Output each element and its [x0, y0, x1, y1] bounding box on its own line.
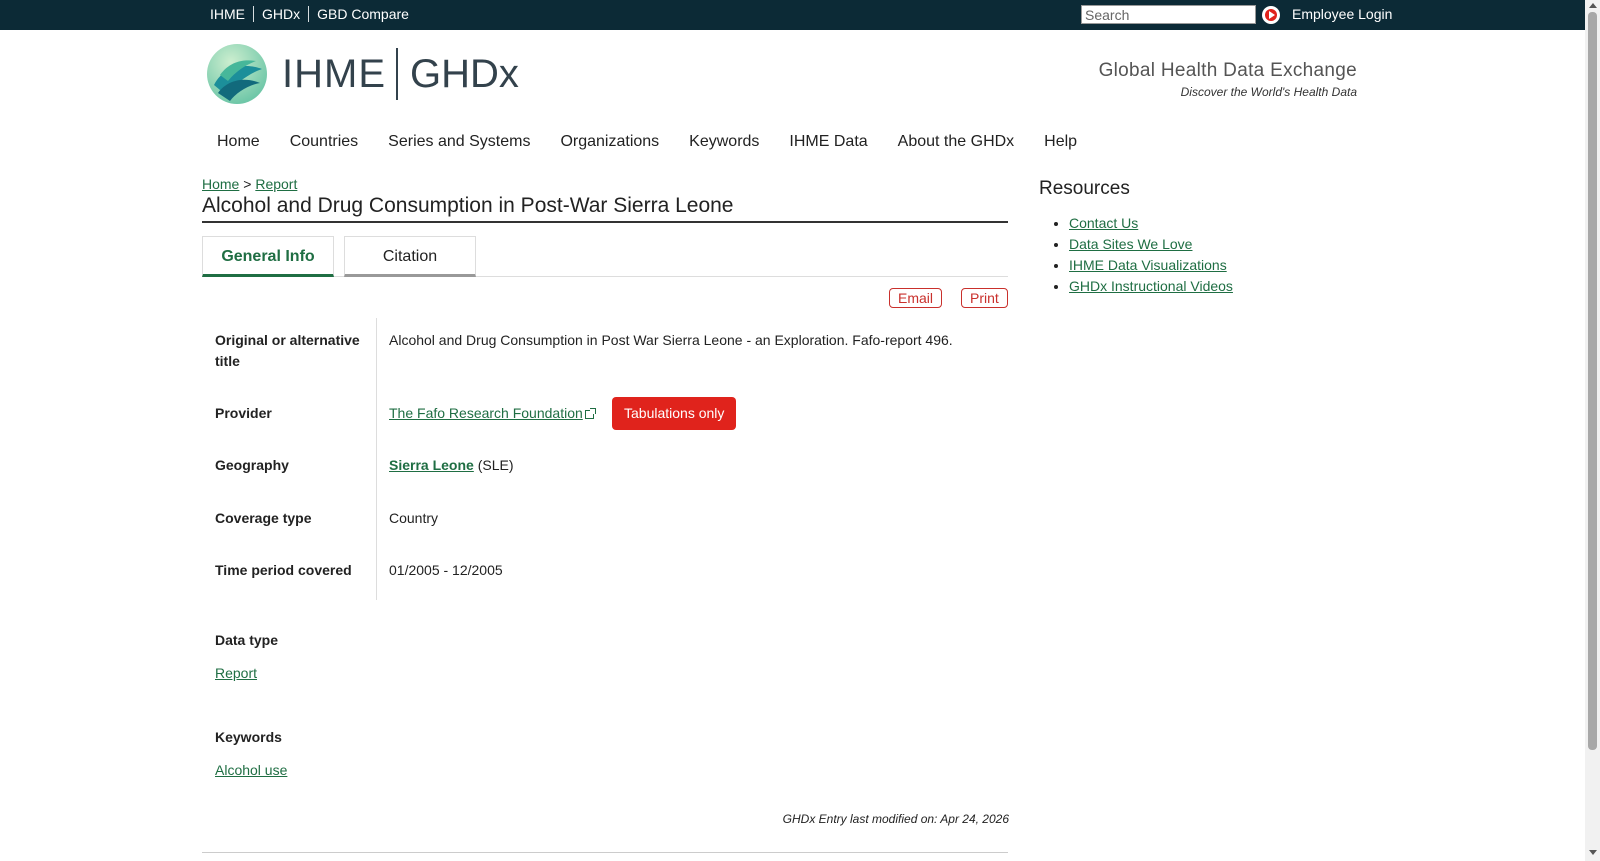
resource-instructional-videos-link[interactable]: GHDx Instructional Videos: [1069, 278, 1233, 294]
top-link-gbd-compare[interactable]: GBD Compare: [308, 6, 417, 22]
resource-item: Contact Us: [1069, 213, 1233, 234]
employee-login-link[interactable]: Employee Login: [1292, 6, 1392, 22]
keyword-alcohol-use-link[interactable]: Alcohol use: [215, 762, 287, 778]
resource-item: GHDx Instructional Videos: [1069, 276, 1233, 297]
top-utility-bar: IHME GHDx GBD Compare Employee Login: [0, 0, 1585, 30]
nav-series-and-systems[interactable]: Series and Systems: [373, 133, 545, 151]
breadcrumb-home[interactable]: Home: [202, 176, 239, 192]
nav-help[interactable]: Help: [1029, 133, 1092, 151]
field-label-provider: Provider: [215, 405, 272, 421]
field-value-original-title: Alcohol and Drug Consumption in Post War…: [389, 332, 953, 348]
top-link-ihme[interactable]: IHME: [202, 6, 253, 22]
field-value-provider: The Fafo Research Foundation: [389, 403, 596, 424]
field-label-geography: Geography: [215, 457, 289, 473]
tabulations-only-badge[interactable]: Tabulations only: [612, 397, 737, 430]
nav-countries[interactable]: Countries: [275, 133, 373, 151]
logo-ihme-text[interactable]: IHME: [282, 52, 386, 97]
search-submit-icon[interactable]: [1262, 6, 1280, 24]
breadcrumb-report[interactable]: Report: [255, 176, 297, 192]
logo-divider: [396, 48, 398, 100]
logo-ghdx-text[interactable]: GHDx: [410, 52, 519, 97]
last-modified-note: GHDx Entry last modified on: Apr 24, 202…: [782, 812, 1009, 826]
search-input[interactable]: [1081, 5, 1256, 24]
nav-home[interactable]: Home: [202, 133, 275, 151]
email-button[interactable]: Email: [889, 288, 943, 308]
tab-citation[interactable]: Citation: [344, 236, 476, 277]
nav-keywords[interactable]: Keywords: [674, 133, 774, 151]
bottom-divider: [202, 852, 1008, 853]
top-links: IHME GHDx GBD Compare: [202, 6, 417, 22]
field-value-coverage-type: Country: [389, 510, 439, 526]
vertical-scrollbar[interactable]: [1585, 0, 1600, 861]
field-label-keywords: Keywords: [215, 729, 282, 745]
breadcrumb-separator: >: [243, 176, 252, 192]
ihme-logo-icon[interactable]: [206, 43, 268, 105]
scroll-up-arrow-icon[interactable]: [1589, 3, 1597, 8]
field-label-time-period: Time period covered: [215, 562, 352, 578]
nav-organizations[interactable]: Organizations: [545, 133, 674, 151]
data-type-report-link[interactable]: Report: [215, 665, 257, 681]
nav-about-the-ghdx[interactable]: About the GHDx: [883, 133, 1030, 151]
field-value-data-type: Report: [215, 663, 257, 684]
main-nav: Home Countries Series and Systems Organi…: [202, 133, 1092, 151]
breadcrumb: Home > Report: [202, 176, 297, 192]
scroll-down-arrow-icon[interactable]: [1589, 850, 1597, 855]
fields-divider: [376, 318, 377, 600]
resource-item: Data Sites We Love: [1069, 234, 1233, 255]
field-label-original-title: Original or alternative title: [215, 332, 360, 369]
scrollbar-thumb[interactable]: [1588, 12, 1597, 750]
field-label-data-type: Data type: [215, 632, 279, 648]
resources-list: Contact Us Data Sites We Love IHME Data …: [1039, 213, 1233, 297]
field-value-time-period: 01/2005 - 12/2005: [389, 562, 503, 578]
resources-title: Resources: [1039, 178, 1130, 199]
provider-link[interactable]: The Fafo Research Foundation: [389, 405, 583, 421]
tab-general-info[interactable]: General Info: [202, 236, 334, 277]
field-value-keywords: Alcohol use: [215, 760, 287, 781]
resource-ihme-visualizations-link[interactable]: IHME Data Visualizations: [1069, 257, 1227, 273]
field-label-coverage-type: Coverage type: [215, 510, 312, 526]
page-title: Alcohol and Drug Consumption in Post-War…: [202, 194, 1008, 223]
geography-link[interactable]: Sierra Leone: [389, 457, 474, 473]
nav-ihme-data[interactable]: IHME Data: [774, 133, 882, 151]
top-link-ghdx[interactable]: GHDx: [253, 6, 308, 22]
resource-contact-us-link[interactable]: Contact Us: [1069, 215, 1138, 231]
resource-item: IHME Data Visualizations: [1069, 255, 1233, 276]
resource-data-sites-link[interactable]: Data Sites We Love: [1069, 236, 1192, 252]
tagline-title: Global Health Data Exchange: [1098, 60, 1357, 81]
geography-code: (SLE): [477, 457, 514, 473]
tagline-subtitle: Discover the World's Health Data: [1180, 85, 1357, 99]
print-button[interactable]: Print: [961, 288, 1008, 308]
field-value-geography: Sierra Leone (SLE): [389, 455, 514, 476]
play-arrow-icon: [1269, 11, 1275, 19]
external-link-icon: [584, 408, 596, 419]
